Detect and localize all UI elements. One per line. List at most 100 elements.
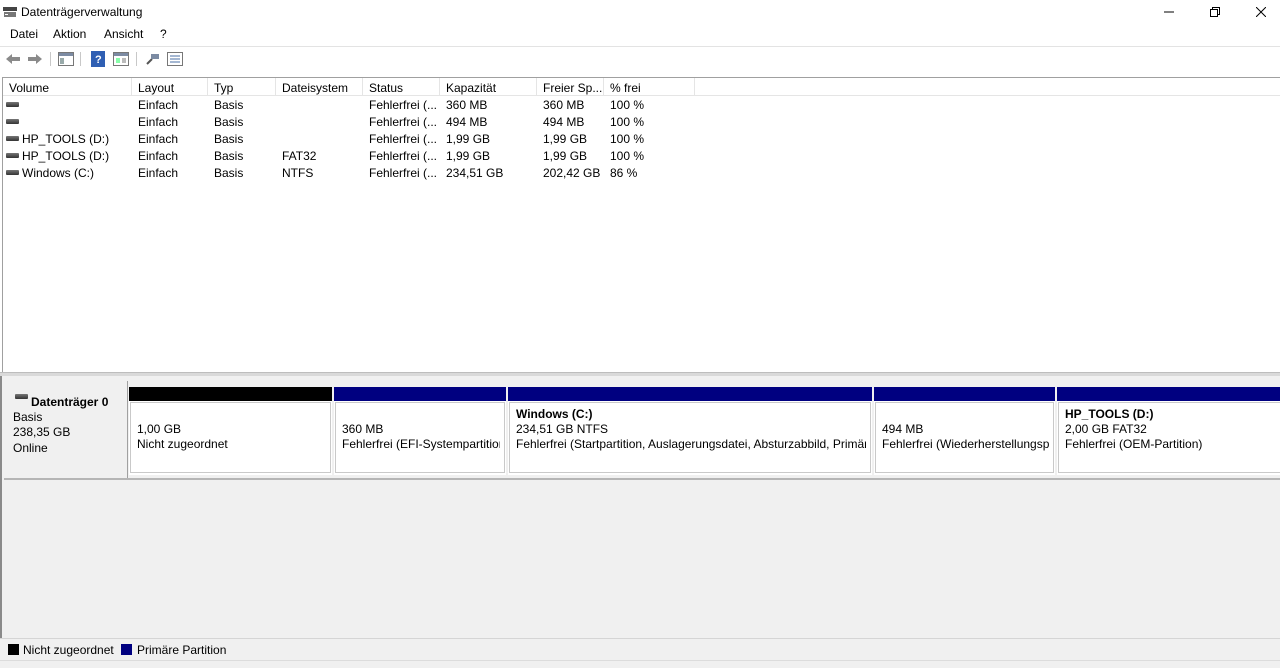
legend-label-unallocated: Nicht zugeordnet: [23, 643, 114, 657]
cell-kapazitaet: 1,99 GB: [446, 132, 491, 146]
cell-kapazitaet: 360 MB: [446, 98, 488, 112]
forward-button[interactable]: [26, 51, 44, 67]
cell-volume: HP_TOOLS (D:): [22, 149, 110, 163]
volume-list: Volume Layout Typ Dateisystem Status Kap…: [2, 77, 1280, 372]
toolbar-separator: [80, 52, 81, 66]
menu-ansicht[interactable]: Ansicht: [104, 27, 143, 41]
column-header-typ[interactable]: Typ: [208, 78, 276, 96]
disk-state: Online: [13, 441, 48, 455]
back-button[interactable]: [4, 51, 22, 67]
menu-aktion[interactable]: Aktion: [53, 27, 86, 41]
partition-title: Windows (C:): [516, 407, 593, 421]
svg-text:?: ?: [95, 54, 102, 66]
toolbar-separator: [50, 52, 51, 66]
legend-label-primary: Primäre Partition: [137, 643, 227, 657]
partition-bar: [129, 387, 332, 401]
cell-status: Fehlerfrei (...: [369, 132, 438, 146]
drive-icon: [6, 153, 19, 158]
cell-kapazitaet: 1,99 GB: [446, 149, 491, 163]
close-button[interactable]: [1238, 0, 1280, 24]
back-icon: [6, 54, 20, 64]
partition-status: Nicht zugeordnet: [137, 437, 228, 451]
table-row[interactable]: HP_TOOLS (D:) Einfach Basis Fehlerfrei (…: [3, 131, 703, 148]
cell-prozent: 100 %: [610, 98, 645, 112]
cell-volume: Windows (C:): [22, 166, 95, 180]
partition-body: 494 MB Fehlerfrei (Wiederherstellungspar…: [875, 402, 1054, 473]
partition-bar: [874, 387, 1055, 401]
legend-swatch-unallocated: [8, 644, 19, 655]
partition-status: Fehlerfrei (OEM-Partition): [1065, 437, 1203, 451]
partition-status: Fehlerfrei (Startpartition, Auslagerungs…: [516, 437, 866, 451]
close-icon: [1256, 7, 1266, 17]
column-header-layout[interactable]: Layout: [132, 78, 208, 96]
cell-layout: Einfach: [138, 132, 179, 146]
help-button[interactable]: ?: [89, 51, 107, 67]
cell-typ: Basis: [214, 98, 244, 112]
column-header-dateisystem[interactable]: Dateisystem: [276, 78, 363, 96]
cell-frei: 202,42 GB: [543, 166, 601, 180]
cell-frei: 1,99 GB: [543, 132, 588, 146]
minimize-icon: [1164, 11, 1174, 13]
cell-dateisystem: FAT32: [282, 149, 317, 163]
partition-recovery[interactable]: 494 MB Fehlerfrei (Wiederherstellungspar…: [874, 387, 1055, 475]
drive-icon: [6, 102, 19, 107]
menu-datei[interactable]: Datei: [10, 27, 38, 41]
connect-button[interactable]: [144, 51, 162, 67]
partition-hp-tools[interactable]: HP_TOOLS (D:) 2,00 GB FAT32 Fehlerfrei (…: [1057, 387, 1280, 475]
title-bar: Datenträgerverwaltung: [0, 0, 1280, 24]
cell-volume: HP_TOOLS (D:): [22, 132, 110, 146]
cell-prozent: 100 %: [610, 132, 645, 146]
drive-icon: [6, 119, 19, 124]
partition-size: 234,51 GB NTFS: [516, 422, 609, 436]
cell-layout: Einfach: [138, 166, 179, 180]
status-bar: [0, 660, 1280, 668]
column-header-volume[interactable]: Volume: [3, 78, 132, 96]
column-header-freier-speicher[interactable]: Freier Sp...: [537, 78, 604, 96]
table-row[interactable]: Windows (C:) Einfach Basis NTFS Fehlerfr…: [3, 165, 703, 182]
list-view-icon: [167, 52, 183, 66]
legend: Nicht zugeordnet Primäre Partition: [0, 638, 1280, 660]
cell-frei: 1,99 GB: [543, 149, 588, 163]
column-header-prozent-frei[interactable]: % frei: [604, 78, 695, 96]
column-header-kapazitaet[interactable]: Kapazität: [440, 78, 537, 96]
list-view-button[interactable]: [166, 51, 184, 67]
cell-status: Fehlerfrei (...: [369, 115, 438, 129]
partition-unallocated[interactable]: 1,00 GB Nicht zugeordnet: [129, 387, 332, 475]
partition-bar: [508, 387, 872, 401]
properties-icon: [113, 52, 129, 66]
partition-size: 2,00 GB FAT32: [1065, 422, 1147, 436]
cell-typ: Basis: [214, 166, 244, 180]
minimize-button[interactable]: [1146, 0, 1192, 24]
drive-icon: [6, 170, 19, 175]
legend-swatch-primary: [121, 644, 132, 655]
disk-info[interactable]: Datenträger 0 Basis 238,35 GB Online: [6, 381, 128, 479]
connect-icon: [146, 54, 159, 65]
partition-windows[interactable]: Windows (C:) 234,51 GB NTFS Fehlerfrei (…: [508, 387, 872, 475]
table-row[interactable]: Einfach Basis Fehlerfrei (... 494 MB 494…: [3, 114, 703, 131]
cell-prozent: 100 %: [610, 149, 645, 163]
window-title: Datenträgerverwaltung: [21, 5, 143, 19]
partition-size: 1,00 GB: [137, 422, 182, 436]
table-row[interactable]: Einfach Basis Fehlerfrei (... 360 MB 360…: [3, 97, 703, 114]
column-header-status[interactable]: Status: [363, 78, 440, 96]
cell-layout: Einfach: [138, 98, 179, 112]
menu-help[interactable]: ?: [160, 27, 167, 41]
partition-efi[interactable]: 360 MB Fehlerfrei (EFI-Systempartition): [334, 387, 506, 475]
partition-body: 1,00 GB Nicht zugeordnet: [130, 402, 331, 473]
restore-button[interactable]: [1192, 0, 1238, 24]
properties-button[interactable]: [112, 51, 130, 67]
disk-management-icon: [3, 7, 17, 17]
cell-dateisystem: NTFS: [282, 166, 314, 180]
cell-status: Fehlerfrei (...: [369, 166, 438, 180]
table-row[interactable]: HP_TOOLS (D:) Einfach Basis FAT32 Fehler…: [3, 148, 703, 165]
disk-row-divider: [4, 478, 1280, 480]
console-tree-icon: [58, 52, 74, 66]
partition-title: HP_TOOLS (D:): [1065, 407, 1154, 421]
console-tree-button[interactable]: [57, 51, 75, 67]
disk-drive-icon: [15, 394, 28, 399]
partition-body: 360 MB Fehlerfrei (EFI-Systempartition): [335, 402, 505, 473]
partition-bar: [1057, 387, 1280, 401]
partition-status: Fehlerfrei (Wiederherstellungspartition): [882, 437, 1049, 451]
list-header: Volume Layout Typ Dateisystem Status Kap…: [3, 78, 1280, 96]
forward-icon: [28, 54, 42, 64]
